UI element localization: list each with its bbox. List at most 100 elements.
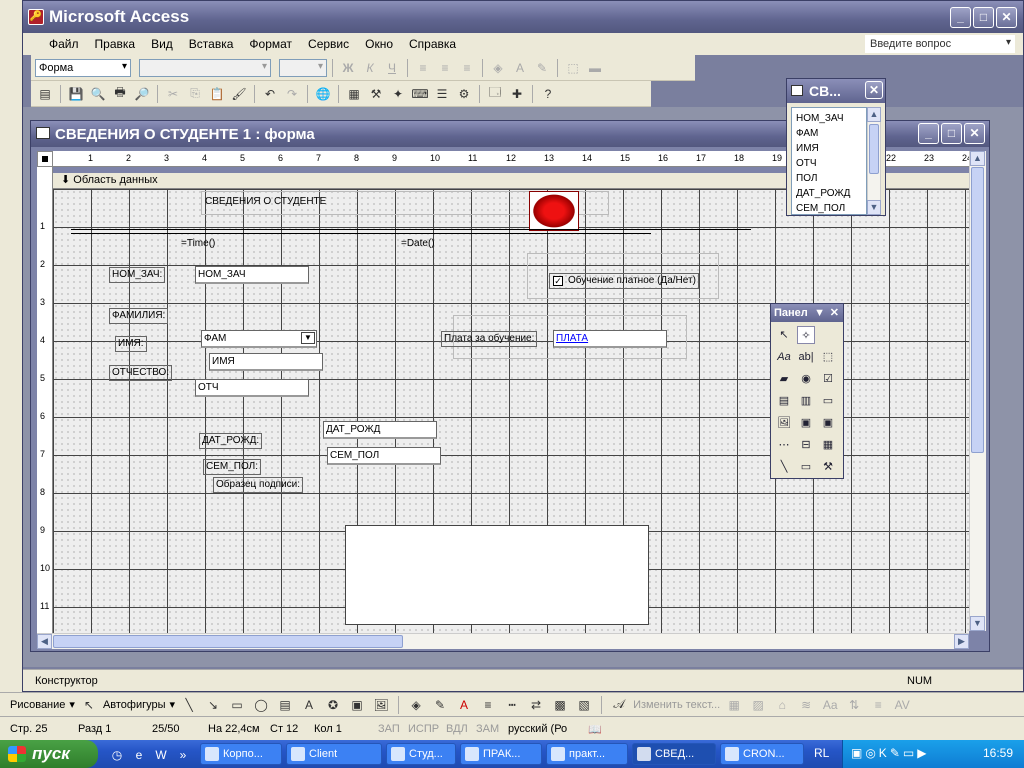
time-field[interactable]: =Time() bbox=[179, 236, 217, 251]
command-button-icon[interactable]: ▭ bbox=[819, 392, 837, 410]
imya-label[interactable]: ИМЯ: bbox=[115, 336, 147, 352]
save-icon[interactable]: 💾 bbox=[66, 84, 86, 104]
shadow-icon[interactable]: ▩ bbox=[550, 695, 570, 715]
autoformat-icon[interactable]: ✦ bbox=[388, 84, 408, 104]
dat-rozhd-field[interactable]: ДАТ_РОЖД bbox=[323, 421, 437, 439]
vertical-text-icon[interactable]: ⇅ bbox=[844, 695, 864, 715]
option-button-icon[interactable]: ◉ bbox=[797, 370, 815, 388]
list-box-icon[interactable]: ▥ bbox=[797, 392, 815, 410]
scroll-right-icon[interactable]: ▶ bbox=[954, 634, 969, 649]
more-icon[interactable]: » bbox=[174, 745, 192, 765]
wordart-gallery-icon[interactable]: ▦ bbox=[724, 695, 744, 715]
control-wizard-icon[interactable]: ✧ bbox=[797, 326, 815, 344]
field-list-item[interactable]: ПОЛ bbox=[796, 171, 862, 186]
wordart-insert-icon[interactable]: 𝒜 bbox=[609, 695, 629, 715]
align-center-icon[interactable]: ≡ bbox=[435, 58, 455, 78]
line-width-icon[interactable]: ▬ bbox=[585, 58, 605, 78]
field-list-item[interactable]: ИМЯ bbox=[796, 141, 862, 156]
horizontal-scrollbar[interactable]: ◀ ▶ bbox=[37, 633, 969, 649]
wordart-shape-icon[interactable]: ⌂ bbox=[772, 695, 792, 715]
taskbar-item[interactable]: CRON... bbox=[720, 743, 804, 765]
select-objects-icon[interactable]: ↖ bbox=[79, 695, 99, 715]
toolbox-close-icon[interactable]: ✕ bbox=[830, 304, 839, 322]
align-left-icon[interactable]: ≡ bbox=[413, 58, 433, 78]
toolbox-title[interactable]: Панел ▼ ✕ bbox=[771, 304, 843, 322]
fam-combo[interactable]: ФАМ ▼ bbox=[201, 330, 317, 348]
taskbar-item[interactable]: Студ... bbox=[386, 743, 456, 765]
checkbox-tool-icon[interactable]: ☑ bbox=[819, 370, 837, 388]
toolbox-icon[interactable]: ⚒ bbox=[366, 84, 386, 104]
signature-image-frame[interactable] bbox=[345, 525, 649, 625]
sem-pol-field[interactable]: СЕМ_ПОЛ bbox=[327, 447, 441, 465]
menu-tools[interactable]: Сервис bbox=[300, 37, 357, 51]
tab-control-icon[interactable]: ⊟ bbox=[797, 436, 815, 454]
title-label[interactable]: СВЕДЕНИЯ О СТУДЕНТЕ bbox=[203, 195, 328, 209]
scroll-up-icon[interactable]: ▲ bbox=[970, 151, 985, 166]
otch-field[interactable]: ОТЧ bbox=[195, 379, 309, 397]
font-size-combo[interactable] bbox=[279, 58, 327, 77]
rectangle-icon[interactable]: ▭ bbox=[227, 695, 247, 715]
vertical-scroll-thumb[interactable] bbox=[971, 167, 984, 453]
status-rec[interactable]: ЗАП bbox=[378, 723, 400, 735]
menu-view[interactable]: Вид bbox=[143, 37, 181, 51]
payment-field[interactable]: ПЛАТА bbox=[553, 330, 667, 348]
minimize-button[interactable]: _ bbox=[950, 7, 971, 28]
status-trk[interactable]: ИСПР bbox=[408, 723, 439, 735]
form-maximize-button[interactable]: □ bbox=[941, 123, 962, 144]
dat-rozhd-label[interactable]: ДАТ_РОЖД: bbox=[199, 433, 263, 449]
format-painter-icon[interactable]: 🖌 bbox=[229, 84, 249, 104]
italic-icon[interactable]: К bbox=[360, 58, 380, 78]
fill-color-icon[interactable]: ◈ bbox=[488, 58, 508, 78]
same-height-icon[interactable]: Aa bbox=[820, 695, 840, 715]
form-selector[interactable] bbox=[37, 151, 53, 167]
dash-style-icon[interactable]: ┅ bbox=[502, 695, 522, 715]
oval-icon[interactable]: ◯ bbox=[251, 695, 271, 715]
toggle-button-icon[interactable]: ▰ bbox=[775, 370, 793, 388]
line-style-icon[interactable]: ≡ bbox=[478, 695, 498, 715]
more-controls-icon[interactable]: ⚒ bbox=[819, 458, 837, 476]
textbox-icon[interactable]: ▤ bbox=[275, 695, 295, 715]
line-color-icon[interactable]: ✎ bbox=[532, 58, 552, 78]
form-minimize-button[interactable]: _ bbox=[918, 123, 939, 144]
page-break-icon[interactable]: ⋯ bbox=[775, 436, 793, 454]
wordart-icon[interactable]: A bbox=[299, 695, 319, 715]
ask-question-input[interactable]: Введите вопрос bbox=[865, 35, 1015, 53]
file-search-icon[interactable]: 🔍 bbox=[88, 84, 108, 104]
field-list-item[interactable]: ОТЧ bbox=[796, 156, 862, 171]
field-list-item[interactable]: НОМ_ЗАЧ bbox=[796, 111, 862, 126]
edit-text-button[interactable]: Изменить текст... bbox=[633, 699, 720, 711]
taskbar-item[interactable]: Корпо... bbox=[200, 743, 282, 765]
field-list-scrollbar[interactable]: ▲ ▼ bbox=[867, 107, 881, 215]
menu-edit[interactable]: Правка bbox=[87, 37, 144, 51]
bound-frame-icon[interactable]: ▣ bbox=[819, 414, 837, 432]
cut-icon[interactable]: ✂ bbox=[163, 84, 183, 104]
unbound-frame-icon[interactable]: ▣ bbox=[797, 414, 815, 432]
arrow-style-icon[interactable]: ⇄ bbox=[526, 695, 546, 715]
scroll-left-icon[interactable]: ◀ bbox=[37, 634, 52, 649]
border-icon[interactable]: ⬚ bbox=[563, 58, 583, 78]
taskbar-item-active[interactable]: СВЕД... bbox=[632, 743, 716, 765]
field-list-item[interactable]: ДАТ_РОЖД bbox=[796, 186, 862, 201]
line-color-icon[interactable]: ✎ bbox=[430, 695, 450, 715]
divider-line-2[interactable] bbox=[71, 233, 651, 234]
menu-file[interactable]: Файл bbox=[41, 37, 87, 51]
print-icon[interactable]: 🖶 bbox=[110, 84, 130, 104]
field-list-item[interactable]: ФАМ bbox=[796, 126, 862, 141]
picture-icon[interactable]: 🖼 bbox=[371, 695, 391, 715]
paid-checkbox-label[interactable]: ✓ Обучение платное (Да/Нет) bbox=[549, 273, 699, 289]
textbox-tool-icon[interactable]: ab| bbox=[797, 348, 815, 366]
font-color-icon[interactable]: A bbox=[454, 695, 474, 715]
fill-color-icon[interactable]: ◈ bbox=[406, 695, 426, 715]
scroll-down-icon[interactable]: ▼ bbox=[970, 616, 985, 631]
clipart-icon[interactable]: ▣ bbox=[347, 695, 367, 715]
drawing-menu[interactable]: Рисование bbox=[10, 699, 65, 711]
vertical-scrollbar[interactable]: ▲ ▼ bbox=[969, 151, 986, 631]
print-preview-icon[interactable]: 🔎 bbox=[132, 84, 152, 104]
paste-icon[interactable]: 📋 bbox=[207, 84, 227, 104]
toolbox-menu-icon[interactable]: ▼ bbox=[814, 304, 825, 322]
label-tool-icon[interactable]: Aa bbox=[775, 348, 793, 366]
view-icon[interactable]: ▤ bbox=[35, 84, 55, 104]
taskbar-item[interactable]: практ... bbox=[546, 743, 628, 765]
outlook-icon[interactable]: ◷ bbox=[108, 745, 126, 765]
taskbar-item[interactable]: Client bbox=[286, 743, 382, 765]
